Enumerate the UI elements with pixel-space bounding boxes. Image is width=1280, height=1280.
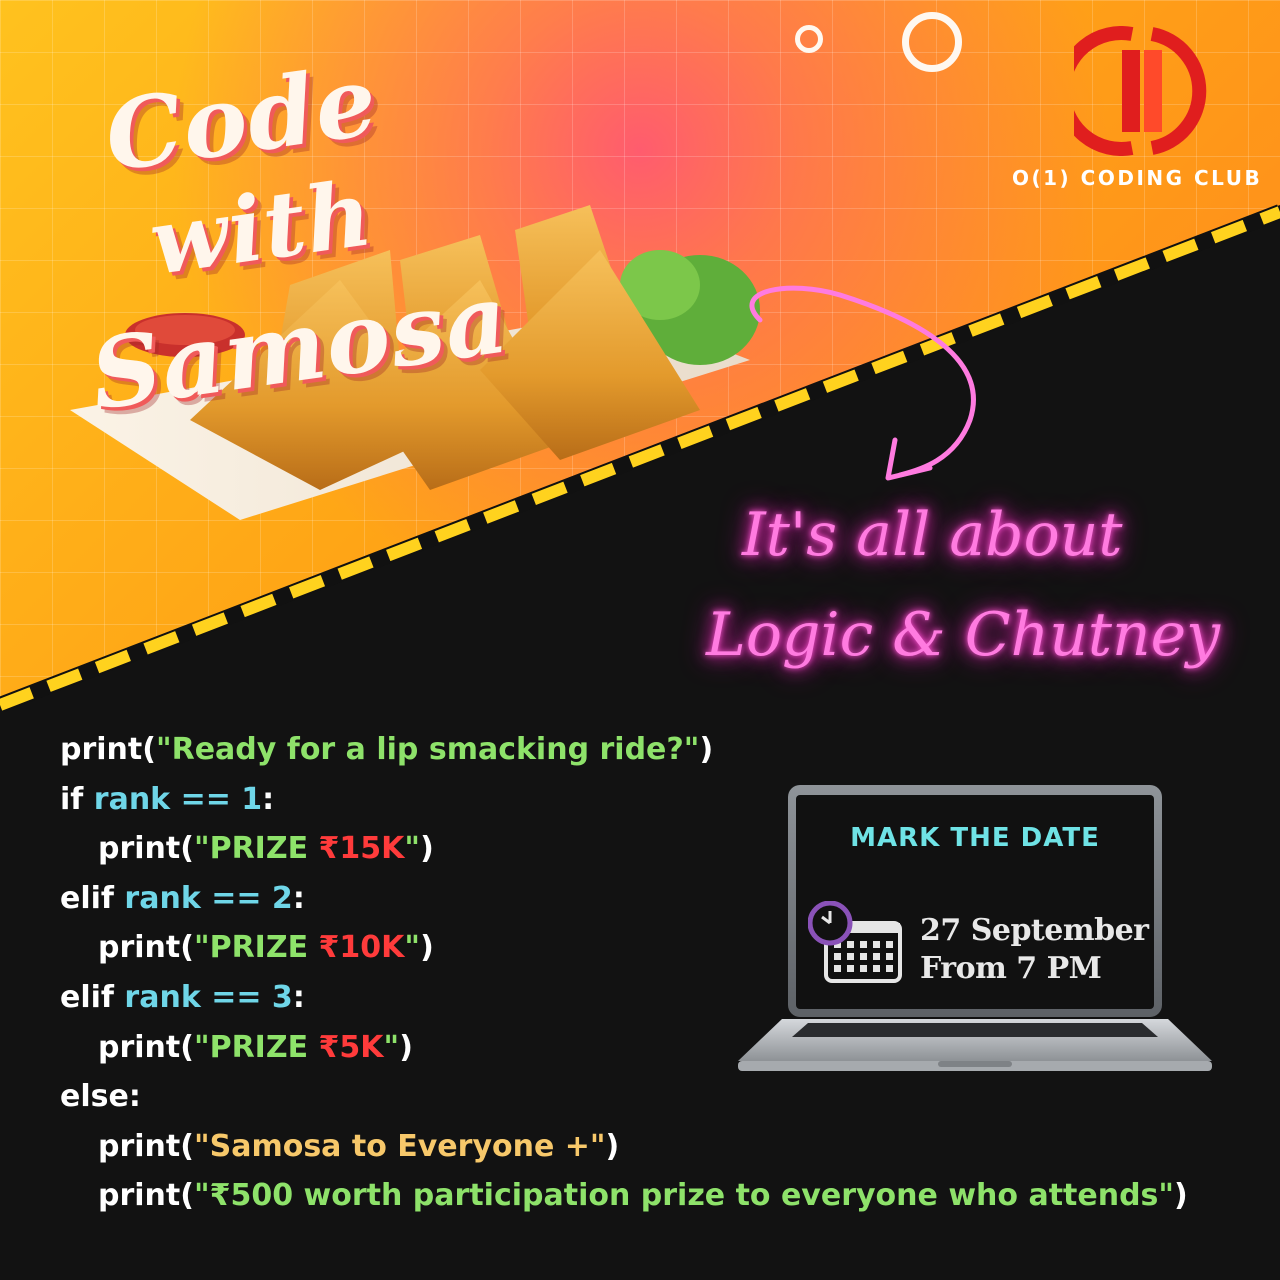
ring-decoration-large bbox=[902, 12, 962, 72]
laptop-illustration: MARK THE DATE 27 September From 7 PM bbox=[738, 783, 1212, 1103]
calendar-clock-icon bbox=[808, 901, 902, 983]
code-line: print("Ready for a lip smacking ride?") bbox=[60, 732, 714, 767]
laptop-keyboard-base bbox=[738, 1019, 1212, 1071]
event-date: 27 September bbox=[920, 913, 1149, 948]
o1-logo-icon bbox=[1074, 26, 1207, 156]
prize-second: ₹10K bbox=[318, 930, 405, 966]
event-poster: Code with Samosa O(1) CODING CLUB It's a… bbox=[0, 0, 1280, 1280]
code-line: print("₹500 worth participation prize to… bbox=[98, 1178, 1188, 1214]
tagline-line-1: It's all about bbox=[742, 500, 1123, 570]
code-line: print("Samosa to Everyone +") bbox=[98, 1128, 620, 1164]
prize-third: ₹5K bbox=[318, 1029, 384, 1065]
laptop-screen: MARK THE DATE 27 September From 7 PM bbox=[796, 795, 1154, 1009]
tagline-line-2: Logic & Chutney bbox=[706, 600, 1221, 670]
event-time: From 7 PM bbox=[920, 951, 1102, 986]
mark-the-date-heading: MARK THE DATE bbox=[850, 823, 1100, 853]
pink-arrow-icon bbox=[749, 285, 976, 481]
prize-first: ₹15K bbox=[318, 831, 405, 867]
club-name: O(1) CODING CLUB bbox=[1012, 166, 1263, 190]
ring-decoration-small bbox=[795, 25, 823, 53]
